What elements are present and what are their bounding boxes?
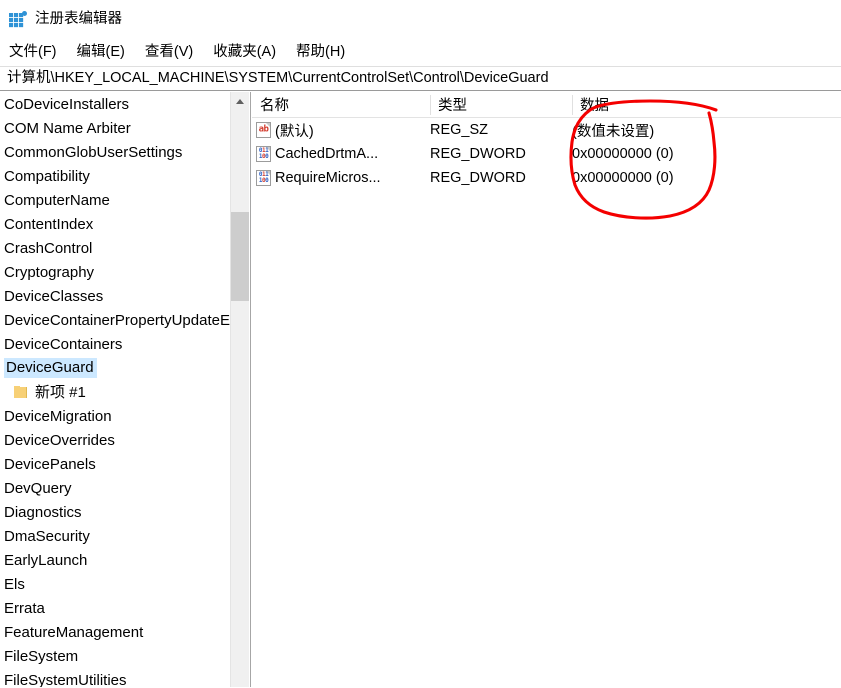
tree-item-label: Cryptography [4, 263, 95, 281]
tree-item[interactable]: FileSystemUtilities [0, 668, 250, 688]
registry-tree-pane[interactable]: CoDeviceInstallers COM Name Arbiter Common… [0, 92, 251, 688]
tree-item[interactable]: EarlyLaunch [0, 548, 250, 572]
tree-item[interactable]: CoDeviceInstallers [0, 92, 250, 116]
tree-item-label: FeatureManagement [4, 623, 144, 641]
tree-item-label: CoDeviceInstallers [4, 95, 130, 113]
menu-item-edit[interactable]: 编辑(E) [76, 43, 126, 62]
registry-editor-window: 注册表编辑器 文件(F) 编辑(E) 查看(V) 收藏夹(A) 帮助(H) 计算… [0, 0, 841, 688]
window-title: 注册表编辑器 [35, 10, 122, 27]
tree-item[interactable]: DeviceMigration [0, 404, 250, 428]
tree-item[interactable]: FeatureManagement [0, 620, 250, 644]
value-row[interactable]: ab (默认) REG_SZ (数值未设置) [252, 118, 841, 142]
registry-path: 计算机\HKEY_LOCAL_MACHINE\SYSTEM\CurrentCon… [7, 70, 549, 87]
menu-item-view[interactable]: 查看(V) [144, 43, 194, 62]
registry-editor-icon [9, 10, 27, 28]
value-type: REG_DWORD [430, 146, 526, 162]
tree-item[interactable]: DeviceOverrides [0, 428, 250, 452]
tree-item[interactable]: DevQuery [0, 476, 250, 500]
tree-item[interactable]: DeviceContainers [0, 332, 250, 356]
column-header-data[interactable]: 数据 [572, 92, 841, 117]
title-bar: 注册表编辑器 [0, 0, 841, 38]
tree-vertical-scrollbar[interactable] [230, 92, 249, 688]
tree-item-label: DeviceContainerPropertyUpdateE [4, 311, 230, 329]
tree-item[interactable]: ComputerName [0, 188, 250, 212]
tree-item-label: DeviceContainers [4, 335, 123, 353]
tree-item-label: Els [4, 575, 25, 593]
tree-item[interactable]: DeviceContainerPropertyUpdateE [0, 308, 250, 332]
tree-item-label: Compatibility [4, 167, 90, 185]
tree-item-label: DevQuery [4, 479, 72, 497]
tree-item-label: DmaSecurity [4, 527, 90, 545]
tree-item-label: DeviceClasses [4, 287, 104, 305]
scroll-up-icon[interactable] [231, 92, 249, 110]
values-row-list: ab (默认) REG_SZ (数值未设置) 011 100 CachedDrtmA... R… [252, 118, 841, 190]
menu-item-help[interactable]: 帮助(H) [295, 43, 346, 62]
menu-item-favorites[interactable]: 收藏夹(A) [212, 43, 277, 62]
tree-item-label: CommonGlobUserSettings [4, 143, 183, 161]
tree-item[interactable]: DeviceGuard [0, 356, 250, 380]
value-name: RequireMicros... [275, 170, 381, 186]
value-name: (默认) [275, 123, 314, 140]
tree-item-label: FileSystemUtilities [4, 671, 127, 688]
tree-item-label: DeviceOverrides [4, 431, 115, 449]
tree-item[interactable]: Els [0, 572, 250, 596]
value-row[interactable]: 011 100 CachedDrtmA... REG_DWORD 0x00000000 … [252, 142, 841, 166]
registry-values-pane[interactable]: 名称 类型 数据 ab (默认) REG_SZ (数值未设置) 011 100 Cached… [252, 92, 841, 688]
value-name-cell: ab (默认) [256, 118, 314, 142]
column-header-type[interactable]: 类型 [430, 92, 572, 117]
tree-item-label: EarlyLaunch [4, 551, 88, 569]
tree-item[interactable]: Compatibility [0, 164, 250, 188]
tree-item[interactable]: DeviceClasses [0, 284, 250, 308]
value-data: (数值未设置) [572, 123, 655, 140]
tree-item[interactable]: Diagnostics [0, 500, 250, 524]
tree-item-label: COM Name Arbiter [4, 119, 131, 137]
main-panes: CoDeviceInstallers COM Name Arbiter Common… [0, 92, 841, 688]
value-name: CachedDrtmA... [275, 146, 379, 162]
tree-item-label: 新项 #1 [35, 383, 86, 401]
value-name-cell: 011 100 RequireMicros... [256, 166, 381, 190]
tree-item-label: FileSystem [4, 647, 79, 665]
tree-item-label: Diagnostics [4, 503, 82, 521]
value-type: REG_SZ [430, 122, 489, 138]
tree-item[interactable]: CrashControl [0, 236, 250, 260]
tree-item[interactable]: Errata [0, 596, 250, 620]
tree-item[interactable]: 新项 #1 [0, 380, 250, 404]
tree-item-label: CrashControl [4, 239, 93, 257]
value-row[interactable]: 011 100 RequireMicros... REG_DWORD 0x0000000… [252, 166, 841, 190]
tree-item[interactable]: CommonGlobUserSettings [0, 140, 250, 164]
tree-item-label: ComputerName [4, 191, 110, 209]
tree-item[interactable]: ContentIndex [0, 212, 250, 236]
value-name-cell: 011 100 CachedDrtmA... [256, 142, 378, 166]
reg-dword-icon: 011 100 [256, 170, 271, 186]
tree-item-label: ContentIndex [4, 215, 94, 233]
reg-dword-icon: 011 100 [256, 146, 271, 162]
menu-bar: 文件(F) 编辑(E) 查看(V) 收藏夹(A) 帮助(H) [0, 40, 841, 65]
tree-item[interactable]: DevicePanels [0, 452, 250, 476]
folder-icon [14, 386, 27, 398]
address-bar[interactable]: 计算机\HKEY_LOCAL_MACHINE\SYSTEM\CurrentCon… [0, 66, 841, 91]
reg-sz-icon: ab [256, 122, 271, 138]
tree-item[interactable]: Cryptography [0, 260, 250, 284]
tree-item-label: DeviceGuard [4, 358, 97, 378]
value-data: 0x00000000 (0) [572, 146, 674, 162]
tree-item[interactable]: DmaSecurity [0, 524, 250, 548]
column-header-name[interactable]: 名称 [252, 92, 430, 117]
menu-item-file[interactable]: 文件(F) [8, 43, 58, 62]
tree-item[interactable]: COM Name Arbiter [0, 116, 250, 140]
tree-item-label: DevicePanels [4, 455, 96, 473]
value-type: REG_DWORD [430, 170, 526, 186]
tree-item-label: Errata [4, 599, 45, 617]
tree-item-label: DeviceMigration [4, 407, 112, 425]
scrollbar-thumb[interactable] [231, 212, 249, 301]
registry-tree-list: CoDeviceInstallers COM Name Arbiter Common… [0, 92, 250, 688]
values-column-headers: 名称 类型 数据 [252, 92, 841, 118]
value-data: 0x00000000 (0) [572, 170, 674, 186]
tree-item[interactable]: FileSystem [0, 644, 250, 668]
